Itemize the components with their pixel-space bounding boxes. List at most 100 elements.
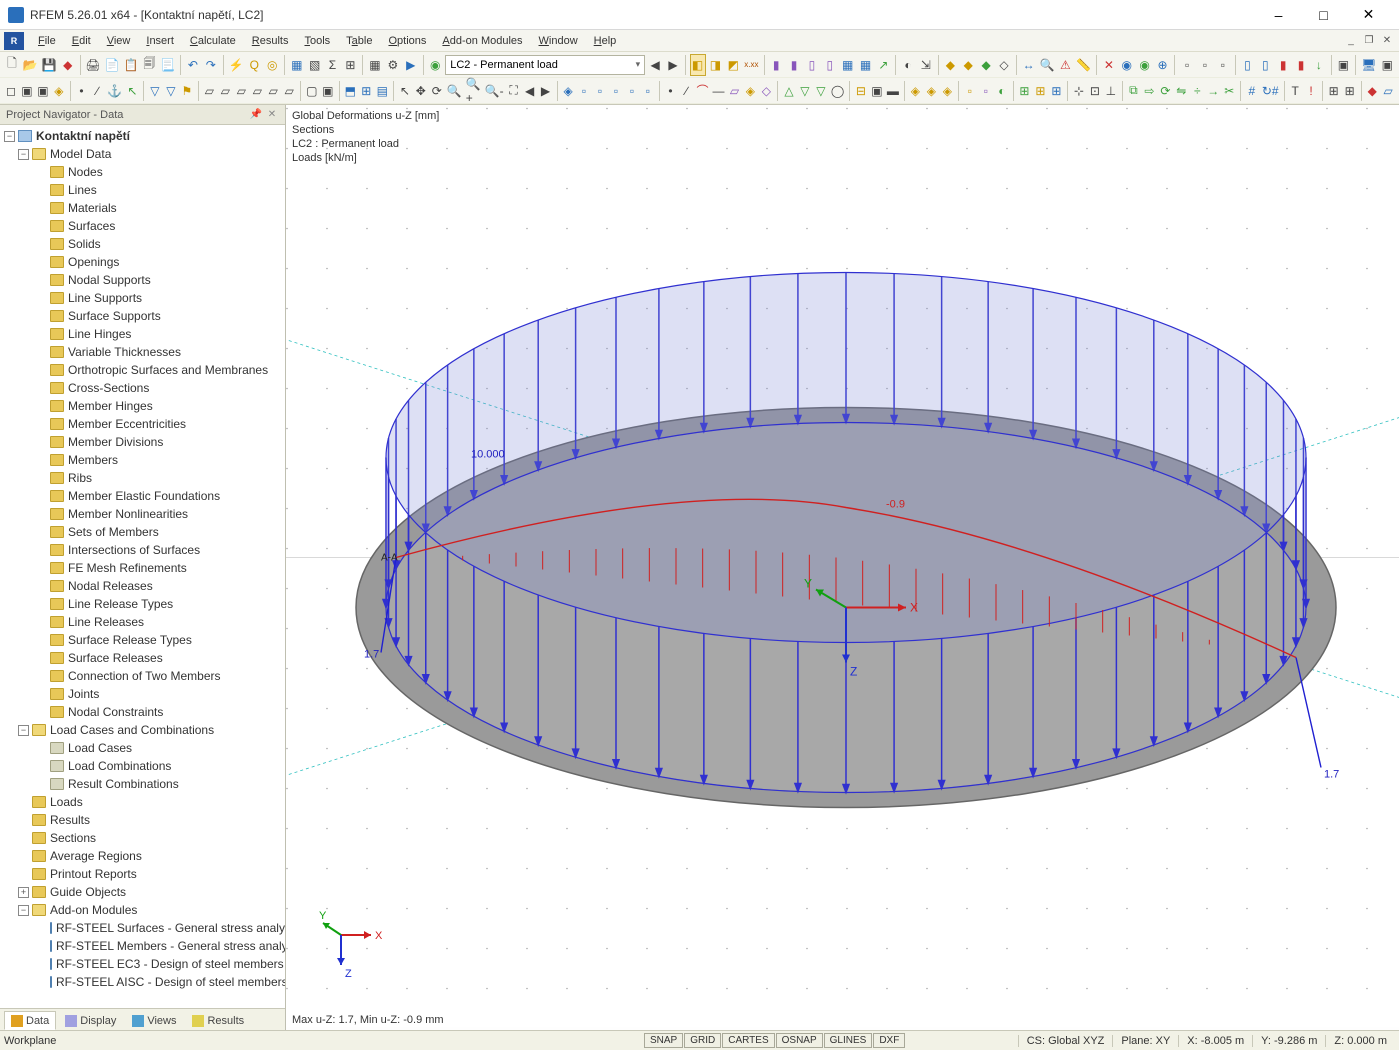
tab-results[interactable]: Results xyxy=(185,1011,251,1030)
tree-ribs[interactable]: Ribs xyxy=(0,469,285,487)
tree-surface-release-types[interactable]: Surface Release Types xyxy=(0,631,285,649)
t1-button[interactable]: ▫ xyxy=(1179,54,1195,76)
view-neg-x-button[interactable]: ▫ xyxy=(625,80,639,102)
tree-average-regions[interactable]: Average Regions xyxy=(0,847,285,865)
highlight2-button[interactable]: ◎ xyxy=(264,54,280,76)
menu-insert[interactable]: Insert xyxy=(138,33,182,49)
divide-button[interactable]: ÷ xyxy=(1190,80,1204,102)
mesh2-button[interactable]: ⊞ xyxy=(1033,80,1047,102)
expand-icon[interactable]: − xyxy=(18,725,29,736)
tree-line-release-types[interactable]: Line Release Types xyxy=(0,595,285,613)
contour-button[interactable]: ▦ xyxy=(840,54,856,76)
addon3-button[interactable]: ◆ xyxy=(978,54,994,76)
highlight-button[interactable]: Q xyxy=(246,54,262,76)
3d3-button[interactable]: ◈ xyxy=(940,80,954,102)
status-toggle-glines[interactable]: GLINES xyxy=(824,1033,873,1048)
mdi-minimize-button[interactable]: _ xyxy=(1343,34,1359,48)
rotate1-button[interactable]: ⟳ xyxy=(1158,80,1172,102)
move-button[interactable]: ✥ xyxy=(414,80,428,102)
navigator-button[interactable]: ⬒ xyxy=(343,80,357,102)
check1-button[interactable]: ✕ xyxy=(1101,54,1117,76)
calc-all-button[interactable]: ▦ xyxy=(367,54,383,76)
material-button[interactable]: ▣ xyxy=(870,80,884,102)
plane5-button[interactable]: ▱ xyxy=(266,80,280,102)
mdi-restore-button[interactable]: ❐ xyxy=(1361,34,1377,48)
tool1-button[interactable]: ▯ xyxy=(1239,54,1255,76)
status-toggle-cartes[interactable]: CARTES xyxy=(722,1033,774,1048)
menu-help[interactable]: Help xyxy=(586,33,625,49)
monitor2-button[interactable]: ▣ xyxy=(1379,54,1395,76)
minimize-button[interactable]: – xyxy=(1256,0,1301,30)
extend-button[interactable]: → xyxy=(1206,80,1220,102)
trim-button[interactable]: ✂ xyxy=(1222,80,1236,102)
load-distrib-button[interactable]: ▧ xyxy=(307,54,323,76)
tree-line-releases[interactable]: Line Releases xyxy=(0,613,285,631)
lc-prev-button[interactable]: ◀ xyxy=(647,54,663,76)
filter1-button[interactable]: ▽ xyxy=(148,80,162,102)
thickness-button[interactable]: ▬ xyxy=(886,80,900,102)
solid-button[interactable]: ◈ xyxy=(743,80,757,102)
expand-icon[interactable]: − xyxy=(4,131,15,142)
query-button[interactable]: ⚡ xyxy=(227,54,244,76)
filter2-button[interactable]: ▽ xyxy=(164,80,178,102)
tree-nodal-releases[interactable]: Nodal Releases xyxy=(0,577,285,595)
tree-solids[interactable]: Solids xyxy=(0,235,285,253)
animate-button[interactable]: ◐ xyxy=(900,54,916,76)
tree-member-elastic-foundations[interactable]: Member Elastic Foundations xyxy=(0,487,285,505)
monitor-button[interactable]: 🖥 xyxy=(1360,54,1377,76)
render-solid-button[interactable]: ▣ xyxy=(321,80,335,102)
anchor-button[interactable]: ⚓ xyxy=(106,80,123,102)
menu-options[interactable]: Options xyxy=(380,33,434,49)
results-mode2-button[interactable]: ◨ xyxy=(708,54,724,76)
plane6-button[interactable]: ▱ xyxy=(282,80,296,102)
new-button[interactable]: 🗋 xyxy=(4,54,20,76)
loadcase-combo[interactable]: LC2 - Permanent load xyxy=(445,55,645,75)
rotate-button[interactable]: ⟳ xyxy=(430,80,444,102)
tool2-button[interactable]: ▯ xyxy=(1257,54,1273,76)
member-button[interactable]: — xyxy=(711,80,725,102)
flag-button[interactable]: ⚑ xyxy=(180,80,194,102)
tab-views[interactable]: Views xyxy=(125,1011,183,1030)
zoom-in-button[interactable]: 🔍+ xyxy=(465,80,482,102)
status-toggle-grid[interactable]: GRID xyxy=(684,1033,721,1048)
tree-nodes[interactable]: Nodes xyxy=(0,163,285,181)
tree-joints[interactable]: Joints xyxy=(0,685,285,703)
check3-button[interactable]: ◉ xyxy=(1137,54,1153,76)
tree-addon[interactable]: − Add-on Modules xyxy=(0,901,285,919)
ortho-button[interactable]: ⊥ xyxy=(1104,80,1118,102)
tables-button[interactable]: ⊞ xyxy=(359,80,373,102)
tree-addon-item[interactable]: RF-STEEL EC3 - Design of steel members a… xyxy=(0,955,285,973)
sel-node-button[interactable]: • xyxy=(74,80,88,102)
tree-line-hinges[interactable]: Line Hinges xyxy=(0,325,285,343)
check4-button[interactable]: ⊕ xyxy=(1155,54,1171,76)
copy-print-button[interactable]: 📋 xyxy=(123,54,140,76)
renumber-button[interactable]: ↻# xyxy=(1261,80,1280,102)
lc-next-button[interactable]: ▶ xyxy=(665,54,681,76)
tab-display[interactable]: Display xyxy=(58,1011,123,1030)
diagram4-button[interactable]: ▯ xyxy=(822,54,838,76)
menu-calculate[interactable]: Calculate xyxy=(182,33,244,49)
modify2-button[interactable]: ▫ xyxy=(979,80,993,102)
table-button[interactable]: ⊞ xyxy=(1327,80,1341,102)
undo-button[interactable]: ↶ xyxy=(185,54,201,76)
mirror1-button[interactable]: ⇋ xyxy=(1174,80,1188,102)
select-button[interactable]: ↖ xyxy=(125,80,139,102)
dlubal-button[interactable]: ◆ xyxy=(60,54,76,76)
print-button[interactable]: 🖨 xyxy=(84,54,101,76)
tree-load-combinations[interactable]: Load Combinations xyxy=(0,757,285,775)
tab-data[interactable]: Data xyxy=(4,1011,56,1030)
tree-loads[interactable]: Loads xyxy=(0,793,285,811)
navigator-tree[interactable]: − Kontaktní napětí − Model Data NodesLin… xyxy=(0,125,285,1008)
tree-variable-thicknesses[interactable]: Variable Thicknesses xyxy=(0,343,285,361)
tree-materials[interactable]: Materials xyxy=(0,199,285,217)
mesh1-button[interactable]: ⊞ xyxy=(1017,80,1031,102)
maximize-button[interactable]: □ xyxy=(1301,0,1346,30)
modify1-button[interactable]: ▫ xyxy=(963,80,977,102)
node2-button[interactable]: • xyxy=(664,80,678,102)
status-toggle-snap[interactable]: SNAP xyxy=(644,1033,683,1048)
tree-surface-supports[interactable]: Surface Supports xyxy=(0,307,285,325)
tree-results[interactable]: Results xyxy=(0,811,285,829)
view-z-button[interactable]: ▫ xyxy=(609,80,623,102)
mesh3-button[interactable]: ⊞ xyxy=(1049,80,1063,102)
hinge-button[interactable]: ◯ xyxy=(830,80,845,102)
